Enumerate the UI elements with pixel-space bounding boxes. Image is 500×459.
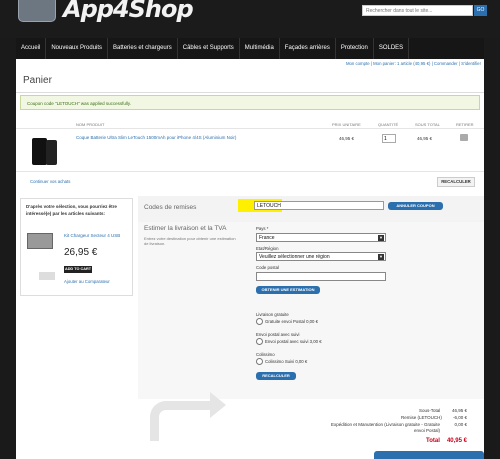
- col-header-remove: RETIRER: [456, 122, 474, 127]
- total-value: 40,95 €: [446, 438, 467, 444]
- nav-item-cables[interactable]: Câbles et Supports: [178, 38, 240, 59]
- search-input[interactable]: [362, 5, 473, 16]
- estimate-label: Estimer la livraison et la TVA: [144, 225, 227, 232]
- checkout-button[interactable]: [374, 451, 484, 459]
- shipping-option-colissimo[interactable]: Colissimo Suivi 0,00 €: [265, 359, 307, 364]
- shipping-group-tracked: Envoi postal avec suivi: [256, 332, 300, 337]
- chevron-down-icon: ▼: [378, 254, 384, 260]
- suggested-product-price: 26,95 €: [64, 247, 98, 258]
- main-nav: Accueil Nouveaux Produits Batteries et c…: [16, 38, 484, 59]
- table-divider: [16, 171, 484, 172]
- nav-item-accueil[interactable]: Accueil: [16, 38, 47, 59]
- success-message: Coupon code "LETOUCH" was applied succes…: [20, 95, 480, 110]
- suggestion-box: D'après votre sélection, vous pourriez ê…: [20, 198, 133, 296]
- col-header-unit-price: PRIX UNITAIRE: [332, 122, 361, 127]
- recalculate-shipping-button[interactable]: RECALCULER: [256, 372, 296, 380]
- add-to-compare-link[interactable]: Ajouter au Comparateur: [64, 279, 110, 284]
- country-label: Pays *: [256, 226, 269, 231]
- continue-shopping-link[interactable]: Continuer vos achats: [30, 179, 70, 184]
- charger-icon: [39, 272, 55, 280]
- shipping-option-free[interactable]: Gratuite envoi Postal 0,00 €: [265, 319, 318, 324]
- title-divider: [16, 92, 484, 93]
- cancel-coupon-button[interactable]: ANNULER COUPON: [388, 202, 443, 210]
- product-name-link[interactable]: Coque Batterie Ultra Slim LeTouch 1500mA…: [76, 135, 236, 140]
- logo-icon[interactable]: [18, 0, 56, 22]
- estimate-description: Entrez votre destination pour obtenir un…: [144, 236, 236, 246]
- country-value: France: [259, 235, 275, 241]
- nav-item-facades[interactable]: Façades arrières: [280, 38, 336, 59]
- suggested-product-name[interactable]: Kit Chargeur Secteur 4 USB: [64, 233, 124, 239]
- shipping-group-free: Livraison gratuite: [256, 312, 289, 317]
- shipping-option-tracked[interactable]: Envoi postal avec suivi 3,00 €: [265, 339, 322, 344]
- page-title: Panier: [23, 75, 52, 86]
- logo[interactable]: App4Shop: [63, 0, 194, 23]
- region-value: Veuillez sélectionner une région: [259, 254, 330, 260]
- discount-value: -6,00 €: [452, 415, 467, 420]
- discount-label: Remise (LETOUCH): [401, 415, 442, 420]
- col-header-qty: QUANTITÉ: [378, 122, 399, 127]
- get-estimate-button[interactable]: OBTENIR UNE ESTIMATION: [256, 286, 320, 294]
- nav-item-protection[interactable]: Protection: [336, 38, 374, 59]
- country-select[interactable]: France ▼: [256, 233, 386, 242]
- shipping-value: 0,00 €: [454, 422, 467, 427]
- product-image-back: [46, 140, 57, 165]
- shipping-radio-tracked[interactable]: [256, 338, 263, 345]
- coupon-section: Codes de remises ANNULER COUPON: [138, 196, 484, 222]
- product-image[interactable]: [32, 138, 47, 165]
- postal-code-label: Code postal: [256, 265, 279, 270]
- arrow-decoration: [150, 401, 210, 441]
- subtotal-label: Sous-Total: [419, 408, 441, 413]
- subtotal-value: 46,95 €: [451, 408, 467, 413]
- shipping-radio-free[interactable]: [256, 318, 263, 325]
- region-select[interactable]: Veuillez sélectionner une région ▼: [256, 252, 386, 261]
- region-label: Etat/Région: [256, 246, 279, 251]
- unit-price: 46,95 €: [339, 136, 355, 141]
- col-header-name: NOM PRODUIT: [76, 122, 105, 127]
- nav-item-multimedia[interactable]: Multimédia: [240, 38, 280, 59]
- header-divider: [16, 128, 484, 129]
- site-header: App4Shop GO: [0, 0, 500, 38]
- coupon-label: Codes de remises: [144, 204, 197, 211]
- recalculate-button[interactable]: RECALCULER: [437, 177, 475, 187]
- shipping-group-colissimo: Colissimo: [256, 352, 275, 357]
- quantity-input[interactable]: [382, 134, 396, 143]
- shipping-estimate-section: Estimer la livraison et la TVA Entrez vo…: [138, 222, 484, 399]
- coupon-input[interactable]: [254, 201, 384, 210]
- nav-item-soldes[interactable]: SOLDES: [374, 38, 410, 59]
- col-header-subtotal: SOUS TOTAL: [415, 122, 440, 127]
- trash-icon[interactable]: [460, 134, 468, 141]
- nav-item-nouveaux-produits[interactable]: Nouveaux Produits: [46, 38, 109, 59]
- postal-code-input[interactable]: [256, 272, 386, 281]
- nav-item-batteries[interactable]: Batteries et chargeurs: [108, 38, 178, 59]
- shipping-radio-colissimo[interactable]: [256, 358, 263, 365]
- suggestion-intro: D'après votre sélection, vous pourriez ê…: [26, 204, 117, 216]
- add-to-cart-button[interactable]: ADD TO CART: [64, 266, 92, 273]
- line-subtotal: 46,95 €: [417, 136, 433, 141]
- shipping-label: Expédition et Manutention (Livraison gra…: [330, 422, 440, 433]
- arrow-decoration-head: [210, 392, 226, 418]
- chevron-down-icon: ▼: [378, 235, 384, 241]
- cart-page: Mon compte | Mon panier: 1 article (40,9…: [16, 59, 484, 459]
- account-links[interactable]: Mon compte | Mon panier: 1 article (40,9…: [346, 61, 481, 66]
- suggested-product-image[interactable]: [27, 233, 55, 280]
- search-button[interactable]: GO: [474, 5, 487, 16]
